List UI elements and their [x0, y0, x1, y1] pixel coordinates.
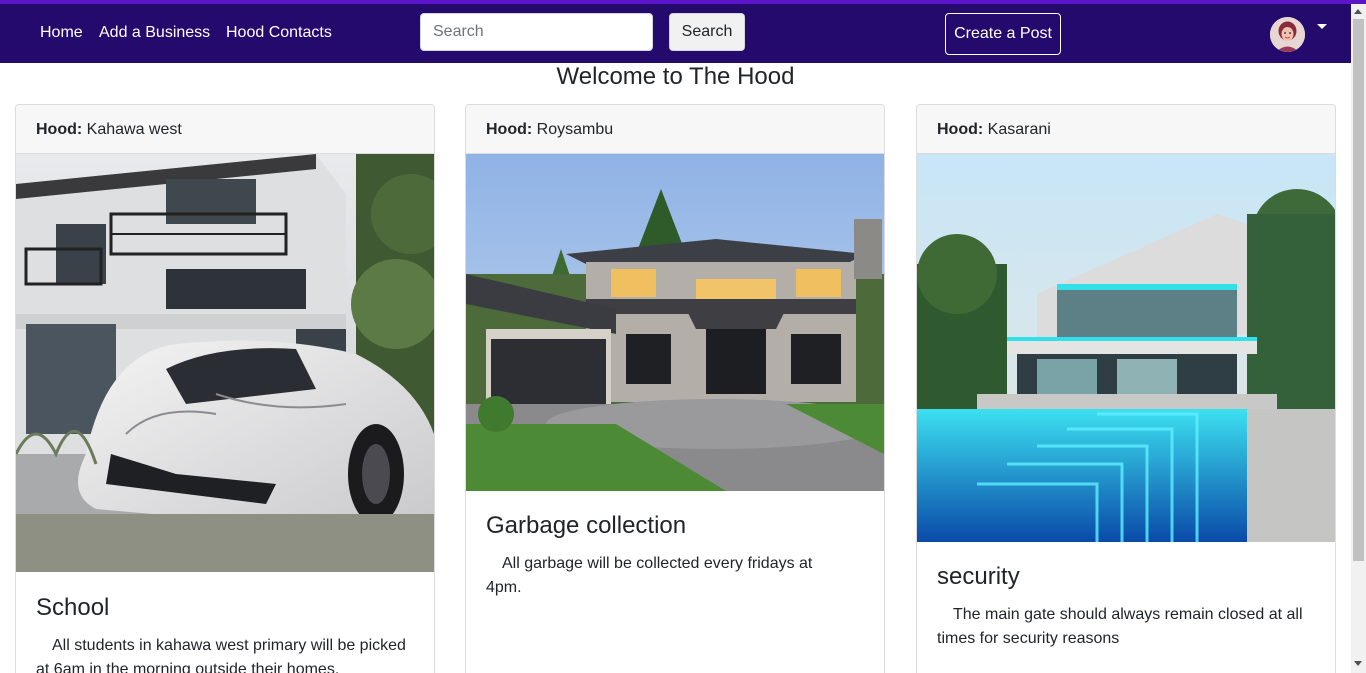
post-text: All garbage will be collected every frid…	[486, 555, 813, 596]
hood-label: Hood:	[486, 121, 533, 138]
post-title: Garbage collection	[486, 512, 687, 539]
scroll-down-arrow-icon[interactable]	[1354, 661, 1362, 666]
post-image-suburban-house	[466, 154, 884, 491]
navbar: Home Add a Business Hood Contacts Search…	[0, 4, 1351, 63]
hood-name: Kasarani	[987, 121, 1051, 138]
search-input[interactable]	[420, 13, 653, 51]
hood-name: Roysambu	[536, 121, 614, 138]
post-image-house-with-car	[16, 154, 434, 572]
page-title: Welcome to The Hood	[556, 63, 795, 90]
hood-label: Hood:	[36, 121, 83, 138]
post-title: security	[937, 563, 1020, 590]
hood-label: Hood:	[937, 121, 984, 138]
create-post-button[interactable]: Create a Post	[945, 13, 1061, 55]
nav-add-business-link[interactable]: Add a Business	[99, 23, 210, 42]
post-card: Hood: Kasarani security The main gate sh…	[916, 104, 1336, 673]
search-button[interactable]: Search	[669, 13, 745, 51]
card-body: security The main gate should always rem…	[917, 562, 1335, 651]
page-scrollbar[interactable]	[1351, 4, 1366, 673]
user-menu-caret-icon[interactable]	[1317, 24, 1327, 29]
scroll-up-arrow-icon[interactable]	[1354, 9, 1362, 14]
post-image-modern-house-pool	[917, 154, 1335, 542]
post-text: All students in kahawa west primary will…	[36, 637, 406, 673]
post-card: Hood: Roysambu Garbage collection All ga…	[465, 104, 885, 673]
post-title: School	[36, 594, 110, 621]
hood-name: Kahawa west	[86, 121, 182, 138]
post-card: Hood: Kahawa west School All students in…	[15, 104, 435, 673]
card-header: Hood: Kasarani	[917, 105, 1335, 154]
nav-home-link[interactable]: Home	[40, 23, 83, 42]
post-text: The main gate should always remain close…	[937, 606, 1303, 647]
card-header: Hood: Roysambu	[466, 105, 884, 154]
scrollbar-thumb[interactable]	[1353, 19, 1364, 561]
card-body: Garbage collection All garbage will be c…	[466, 511, 884, 600]
user-avatar[interactable]	[1270, 17, 1305, 52]
card-body: School All students in kahawa west prima…	[16, 593, 434, 673]
card-header: Hood: Kahawa west	[16, 105, 434, 154]
nav-hood-contacts-link[interactable]: Hood Contacts	[226, 23, 332, 42]
avatar-photo	[1270, 17, 1305, 52]
